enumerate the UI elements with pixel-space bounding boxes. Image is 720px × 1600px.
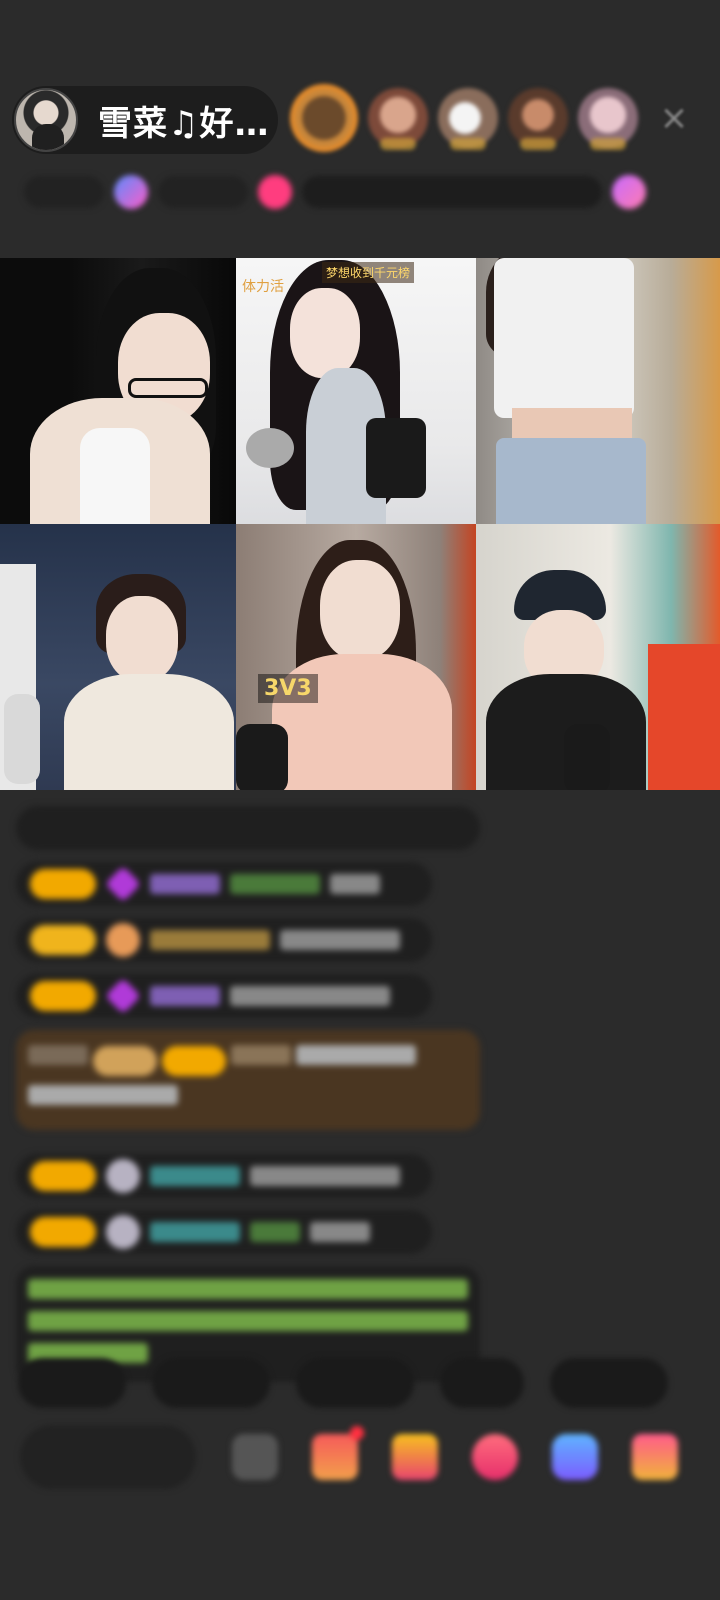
notification-dot bbox=[350, 1426, 364, 1440]
host-name: 雪菜♫好… bbox=[98, 103, 270, 144]
more-gift-icon[interactable] bbox=[632, 1434, 678, 1480]
avatar-icon bbox=[106, 1159, 140, 1193]
chat-message bbox=[16, 918, 432, 962]
host-info-pill[interactable]: 雪菜♫好… bbox=[12, 86, 278, 154]
host-avatar[interactable] bbox=[14, 88, 78, 152]
emoji-icon[interactable] bbox=[232, 1434, 278, 1480]
level-badge bbox=[30, 1161, 96, 1191]
rank-icon bbox=[612, 175, 646, 209]
quick-reply-chip[interactable] bbox=[152, 1358, 270, 1408]
bottom-toolbar bbox=[20, 1422, 720, 1492]
quick-reply-chip[interactable] bbox=[18, 1358, 126, 1408]
chat-message bbox=[16, 806, 480, 850]
chat-message bbox=[16, 974, 432, 1018]
chat-message bbox=[16, 862, 432, 906]
rank-icon bbox=[258, 175, 292, 209]
pk-mode-tag: 3V3 bbox=[258, 674, 318, 703]
video-cell[interactable]: 3V3 bbox=[236, 524, 476, 790]
medal-icon bbox=[106, 923, 140, 957]
rank-icon bbox=[114, 175, 148, 209]
chat-input[interactable] bbox=[20, 1425, 196, 1489]
audience-avatars[interactable] bbox=[290, 84, 648, 152]
ranking-bar[interactable] bbox=[24, 168, 688, 216]
audience-avatar[interactable] bbox=[578, 88, 638, 150]
chat-list[interactable] bbox=[16, 806, 486, 1394]
audience-avatar[interactable] bbox=[368, 88, 428, 150]
video-cell[interactable] bbox=[476, 524, 720, 790]
stream-badge: 梦想收到千元榜 bbox=[322, 262, 415, 283]
gem-icon bbox=[104, 865, 142, 903]
audience-avatar[interactable] bbox=[438, 88, 498, 150]
rank-item[interactable] bbox=[158, 176, 248, 208]
stream-label: 体力活 bbox=[242, 279, 284, 295]
gem-icon bbox=[104, 977, 142, 1015]
video-grid: 体力活 梦想收到千元榜 3V3 bbox=[0, 258, 720, 790]
game-icon[interactable] bbox=[552, 1434, 598, 1480]
quick-reply-chip[interactable] bbox=[296, 1358, 414, 1408]
gift-icon[interactable] bbox=[312, 1426, 364, 1480]
quick-reply-bar[interactable] bbox=[18, 1358, 720, 1408]
level-badge bbox=[30, 925, 96, 955]
audience-avatar[interactable] bbox=[290, 84, 358, 152]
treasure-icon[interactable] bbox=[392, 1434, 438, 1480]
video-cell[interactable]: 体力活 梦想收到千元榜 bbox=[236, 258, 476, 524]
rank-item[interactable] bbox=[24, 176, 104, 208]
level-badge bbox=[30, 981, 96, 1011]
chat-message bbox=[16, 1154, 432, 1198]
avatar-icon bbox=[106, 1215, 140, 1249]
audience-avatar[interactable] bbox=[508, 88, 568, 150]
heart-icon[interactable] bbox=[472, 1434, 518, 1480]
highlight-message bbox=[16, 1030, 480, 1130]
chat-message bbox=[16, 1210, 432, 1254]
level-badge bbox=[30, 869, 96, 899]
video-cell[interactable] bbox=[0, 524, 236, 790]
level-badge bbox=[30, 1217, 96, 1247]
rank-item[interactable] bbox=[302, 176, 602, 208]
video-cell[interactable] bbox=[0, 258, 236, 524]
quick-reply-chip[interactable] bbox=[440, 1358, 524, 1408]
quick-reply-chip[interactable] bbox=[550, 1358, 668, 1408]
close-icon[interactable]: × bbox=[656, 100, 692, 136]
video-cell[interactable] bbox=[476, 258, 720, 524]
